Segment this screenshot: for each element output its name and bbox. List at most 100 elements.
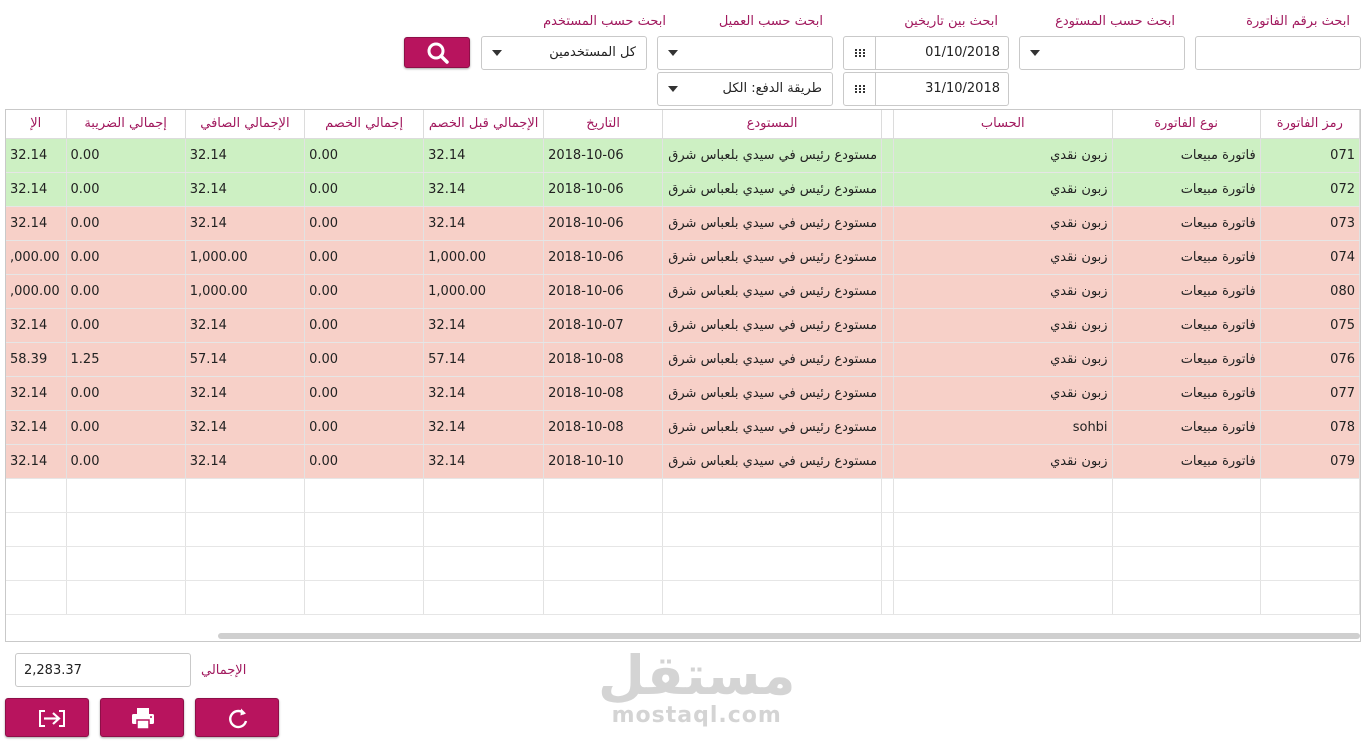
table-cell: فاتورة مبيعات <box>1112 240 1261 275</box>
table-cell: 0.00 <box>304 308 425 343</box>
table-row[interactable]: 080 فاتورة مبيعات زبون نقدي مستودع رئيس في … <box>6 274 1360 309</box>
table-cell: فاتورة مبيعات <box>1112 308 1261 343</box>
chevron-down-icon <box>668 86 678 92</box>
refresh-icon <box>229 708 248 729</box>
table-row[interactable]: 072 فاتورة مبيعات زبون نقدي مستودع رئيس في … <box>6 172 1360 207</box>
table-row[interactable]: 076 فاتورة مبيعات زبون نقدي مستودع رئيس في … <box>6 342 1360 377</box>
table-cell: 2018-10-07 <box>543 308 664 343</box>
calendar-button[interactable] <box>844 37 876 69</box>
table-cell <box>1112 546 1261 581</box>
table-cell: 2018-10-06 <box>543 206 664 241</box>
column-header[interactable]: الإجمالي الصافي <box>185 110 306 139</box>
table-cell: 074 <box>1260 240 1360 275</box>
column-header[interactable]: رمز الفاتورة <box>1260 110 1360 139</box>
payment-method-select[interactable]: طريقة الدفع: الكل <box>657 72 833 106</box>
column-header[interactable]: الحساب <box>893 110 1113 139</box>
table-cell: 2018-10-06 <box>543 172 664 207</box>
table-cell <box>1260 512 1360 547</box>
table-cell <box>304 512 425 547</box>
table-cell <box>304 580 425 615</box>
table-header-row: رمز الفاتورة نوع الفاتورة الحساب المستودع ال… <box>6 110 1360 139</box>
table-cell: 32.14 <box>6 444 67 479</box>
table-cell <box>662 580 883 615</box>
table-cell <box>66 478 186 513</box>
calendar-button[interactable] <box>844 73 876 105</box>
print-button[interactable] <box>100 698 184 737</box>
search-icon <box>427 42 449 64</box>
customer-label: ابحث حسب العميل <box>718 14 823 29</box>
table-cell: ,000.00 <box>6 274 67 309</box>
table-cell <box>543 546 664 581</box>
warehouse-select[interactable] <box>1019 36 1185 70</box>
table-cell: 58.39 <box>6 342 67 377</box>
table-cell: مستودع رئيس في سيدي بلعباس شرق <box>662 376 883 411</box>
date-to-field[interactable]: 31/10/2018 <box>843 72 1009 106</box>
table-cell: 072 <box>1260 172 1360 207</box>
table-cell: 0.00 <box>66 376 186 411</box>
table-cell: 0.00 <box>304 138 425 173</box>
table-cell: 0.00 <box>66 410 186 445</box>
table-cell: 0.00 <box>66 138 186 173</box>
table-cell <box>662 512 883 547</box>
table-row[interactable]: 073 فاتورة مبيعات زبون نقدي مستودع رئيس في … <box>6 206 1360 241</box>
table-cell: 32.14 <box>423 206 545 241</box>
customer-select[interactable] <box>657 36 833 70</box>
table-cell <box>423 546 545 581</box>
watermark-latin: mostaql.com <box>611 703 782 728</box>
column-header[interactable]: إجمالي الخصم <box>304 110 425 139</box>
table-cell: زبون نقدي <box>893 376 1113 411</box>
table-cell: 32.14 <box>185 138 306 173</box>
table-row[interactable]: 075 فاتورة مبيعات زبون نقدي مستودع رئيس في … <box>6 308 1360 343</box>
table-cell: 2018-10-06 <box>543 138 664 173</box>
table-cell <box>881 580 894 615</box>
table-cell <box>304 546 425 581</box>
payment-method-value: طريقة الدفع: الكل <box>722 81 822 96</box>
user-select-value: كل المستخدمين <box>549 45 636 60</box>
table-cell: 32.14 <box>423 308 545 343</box>
column-header[interactable]: التاريخ <box>543 110 664 139</box>
table-cell <box>304 478 425 513</box>
table-cell <box>893 580 1113 615</box>
table-cell <box>881 546 894 581</box>
table-cell: 32.14 <box>423 172 545 207</box>
refresh-button[interactable] <box>195 698 279 737</box>
column-header[interactable] <box>881 110 894 139</box>
horizontal-scrollbar[interactable] <box>218 633 1360 639</box>
table-cell <box>881 138 894 173</box>
column-header[interactable]: المستودع <box>662 110 883 139</box>
table-cell <box>6 478 67 513</box>
invoices-grid[interactable]: رمز الفاتورة نوع الفاتورة الحساب المستودع ال… <box>5 109 1361 642</box>
user-select[interactable]: كل المستخدمين <box>481 36 647 70</box>
watermark-logo: مستقل mostaql.com <box>598 648 796 728</box>
date-from-value: 01/10/2018 <box>925 45 1000 60</box>
column-header[interactable]: الإجمالي قبل الخصم <box>423 110 545 139</box>
search-button[interactable] <box>404 37 470 68</box>
table-cell: 0.00 <box>304 274 425 309</box>
invoice-number-input[interactable] <box>1195 36 1361 70</box>
table-cell: 0.00 <box>304 240 425 275</box>
table-cell: 2018-10-10 <box>543 444 664 479</box>
exit-icon <box>39 710 65 727</box>
table-cell: 57.14 <box>423 342 545 377</box>
table-cell: زبون نقدي <box>893 240 1113 275</box>
table-row[interactable]: 079 فاتورة مبيعات زبون نقدي مستودع رئيس في … <box>6 444 1360 479</box>
exit-button[interactable] <box>5 698 89 737</box>
table-cell <box>185 478 306 513</box>
invoice-number-label: ابحث برقم الفاتورة <box>1246 14 1350 29</box>
table-row[interactable]: 077 فاتورة مبيعات زبون نقدي مستودع رئيس في … <box>6 376 1360 411</box>
table-cell <box>185 580 306 615</box>
column-header[interactable]: إجمالي الضريبة <box>66 110 186 139</box>
table-row[interactable]: 078 فاتورة مبيعات sohbi مستودع رئيس في سيدي… <box>6 410 1360 445</box>
print-icon <box>132 708 154 730</box>
table-row[interactable]: 074 فاتورة مبيعات زبون نقدي مستودع رئيس في … <box>6 240 1360 275</box>
date-from-field[interactable]: 01/10/2018 <box>843 36 1009 70</box>
empty-table-row <box>6 546 1360 581</box>
table-row[interactable]: 071 فاتورة مبيعات زبون نقدي مستودع رئيس في … <box>6 138 1360 173</box>
table-cell: 077 <box>1260 376 1360 411</box>
table-cell: 079 <box>1260 444 1360 479</box>
table-cell <box>881 240 894 275</box>
column-header[interactable]: الإ <box>6 110 67 139</box>
table-cell <box>66 580 186 615</box>
date-to-value: 31/10/2018 <box>925 81 1000 96</box>
column-header[interactable]: نوع الفاتورة <box>1112 110 1261 139</box>
